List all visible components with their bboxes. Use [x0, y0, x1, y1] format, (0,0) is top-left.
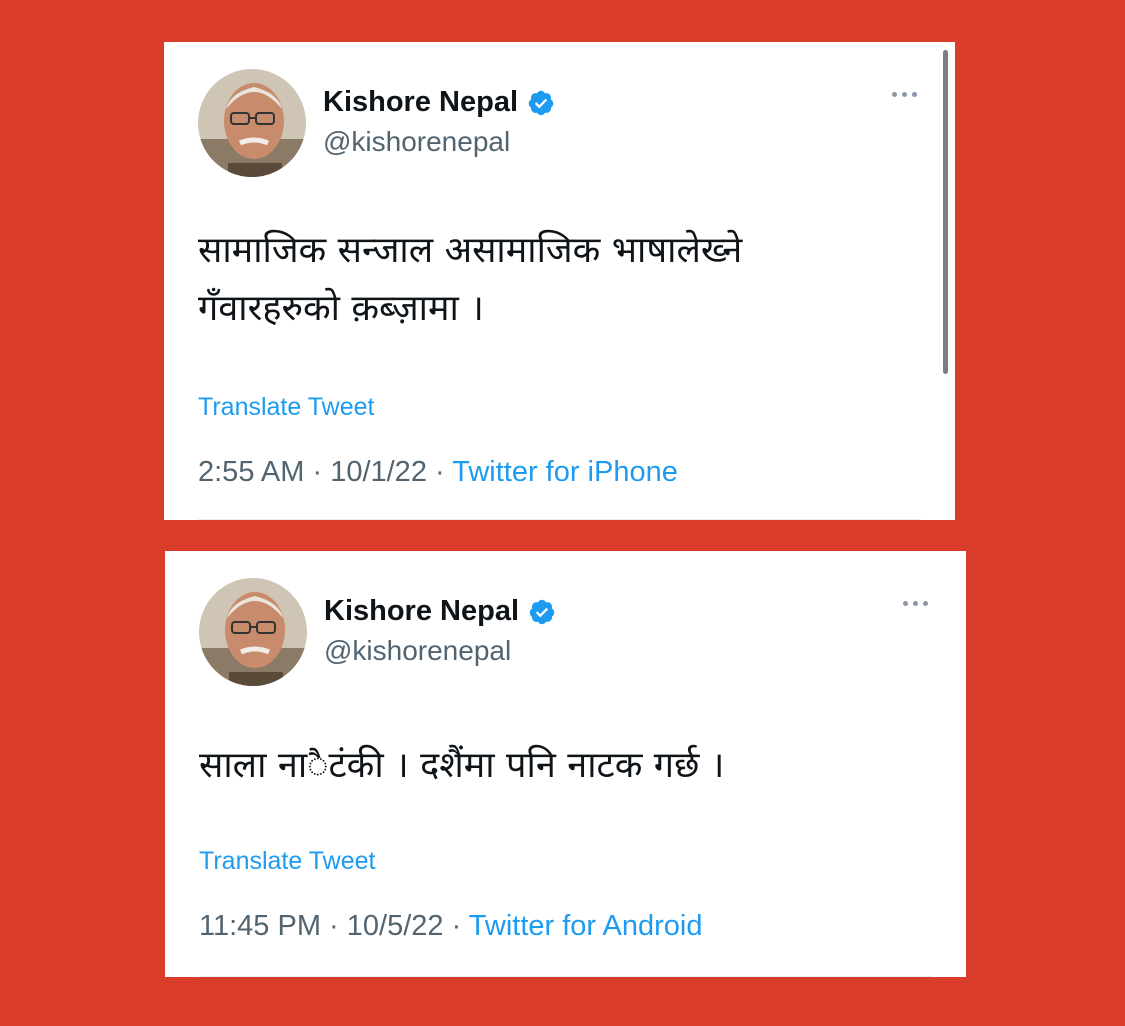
tweet-date[interactable]: 10/1/22 [330, 456, 427, 488]
dot [923, 601, 928, 606]
separator: · [320, 910, 347, 942]
tweet-metadata: 11:45 PM · 10/5/22 · Twitter for Android [199, 910, 703, 943]
tweet-time[interactable]: 2:55 AM [198, 456, 304, 488]
avatar[interactable] [199, 578, 307, 686]
dot [902, 92, 907, 97]
divider [198, 519, 921, 520]
translate-tweet-link[interactable]: Translate Tweet [198, 393, 374, 422]
tweet-card: Kishore Nepal @kishorenepal सामाजिक सन्ज… [164, 42, 955, 520]
tweet-time[interactable]: 11:45 PM [199, 910, 321, 942]
tweet-source-link[interactable]: Twitter for iPhone [452, 456, 678, 488]
tweet-text: साला ना◌ैटंकी । दशैंमा पनि नाटक गर्छ । [199, 745, 725, 786]
separator: · [426, 456, 453, 488]
avatar[interactable] [198, 69, 306, 177]
tweet-date[interactable]: 10/5/22 [347, 910, 444, 942]
author-name[interactable]: Kishore Nepal [324, 595, 519, 628]
translate-tweet-link[interactable]: Translate Tweet [199, 847, 375, 876]
scrollbar[interactable] [943, 50, 948, 374]
tweet-text: सामाजिक सन्जाल असामाजिक भाषालेख्ने गँवार… [198, 230, 743, 329]
dot [892, 92, 897, 97]
divider [199, 976, 932, 977]
tweet-card: Kishore Nepal @kishorenepal साला ना◌ैटंक… [165, 551, 966, 977]
author-name[interactable]: Kishore Nepal [323, 86, 518, 119]
author-handle[interactable]: @kishorenepal [323, 126, 510, 158]
tweet-source-link[interactable]: Twitter for Android [469, 910, 703, 942]
dot [903, 601, 908, 606]
dot [912, 92, 917, 97]
verified-badge-icon [528, 90, 554, 115]
avatar-image [199, 578, 307, 686]
more-options-icon[interactable] [892, 92, 917, 97]
author-handle[interactable]: @kishorenepal [324, 635, 511, 667]
more-options-icon[interactable] [903, 601, 928, 606]
dot [913, 601, 918, 606]
avatar-image [198, 69, 306, 177]
separator: · [443, 910, 469, 942]
tweet-metadata: 2:55 AM · 10/1/22 · Twitter for iPhone [198, 456, 678, 489]
author-row[interactable]: Kishore Nepal [324, 595, 556, 628]
verified-badge-icon [529, 599, 555, 624]
author-row[interactable]: Kishore Nepal [323, 86, 555, 119]
separator: · [304, 456, 331, 488]
